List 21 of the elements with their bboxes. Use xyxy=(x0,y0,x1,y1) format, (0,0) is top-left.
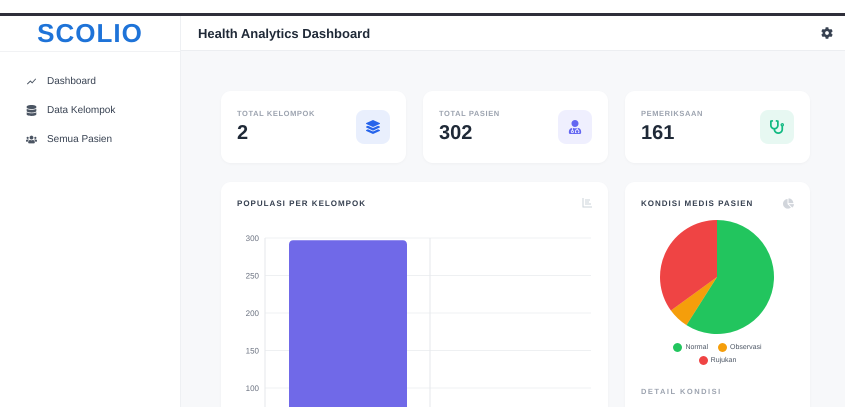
sidebar-item[interactable]: Data Kelompok xyxy=(26,105,154,116)
axis-label: 300 xyxy=(246,234,259,243)
axis-label: 250 xyxy=(246,272,259,280)
axis-label: 100 xyxy=(246,384,259,393)
pie-chart-icon xyxy=(783,198,794,209)
axis-label: 150 xyxy=(246,346,259,356)
sidebar-item[interactable]: Semua Pasien xyxy=(26,134,154,145)
chart-icon xyxy=(26,76,37,87)
database-icon xyxy=(26,105,37,116)
sidebar-item[interactable]: Dashboard xyxy=(26,76,154,87)
stat-value: 302 xyxy=(439,122,474,145)
users-icon xyxy=(26,134,37,145)
logo: SCOLIO xyxy=(0,16,180,52)
bar-chart-icon xyxy=(582,198,592,208)
card-title: POPULASI PER KELOMPOK xyxy=(237,198,366,208)
stat-value: 2 xyxy=(237,122,250,145)
axis-label: 200 xyxy=(246,309,259,318)
stat-value: 161 xyxy=(641,122,676,145)
card-title: KONDISI MEDIS PASIEN xyxy=(641,199,754,208)
settings-icon[interactable] xyxy=(821,27,833,39)
page-title: Health Analytics Dashboard xyxy=(198,26,370,40)
